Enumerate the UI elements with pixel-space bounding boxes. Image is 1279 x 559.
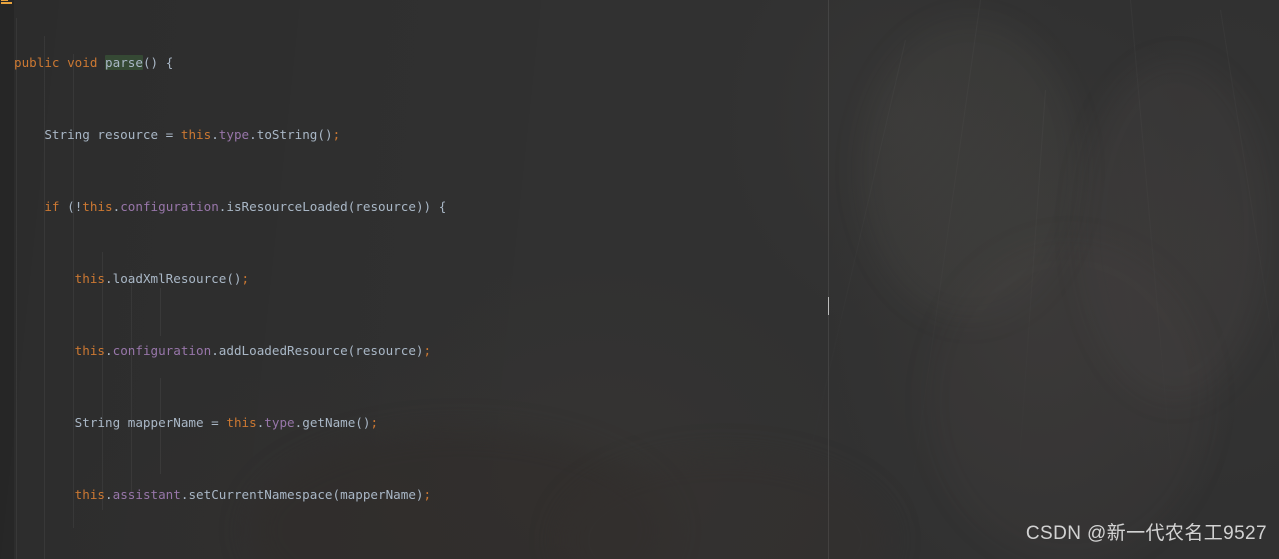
code-line[interactable]: String resource = this.type.toString(); [0, 126, 1279, 144]
code-text-area[interactable]: public void parse() { String resource = … [0, 0, 1279, 559]
code-editor-window[interactable]: public void parse() { String resource = … [0, 0, 1279, 559]
code-line[interactable]: String mapperName = this.type.getName(); [0, 414, 1279, 432]
text-caret [828, 297, 829, 315]
code-line[interactable]: public void parse() { [0, 54, 1279, 72]
code-line[interactable]: this.assistant.setCurrentNamespace(mappe… [0, 486, 1279, 504]
identifier-under-caret: parse [105, 55, 143, 70]
code-line[interactable]: if (!this.configuration.isResourceLoaded… [0, 198, 1279, 216]
code-line[interactable]: this.loadXmlResource(); [0, 270, 1279, 288]
code-line[interactable]: this.configuration.addLoadedResource(res… [0, 342, 1279, 360]
